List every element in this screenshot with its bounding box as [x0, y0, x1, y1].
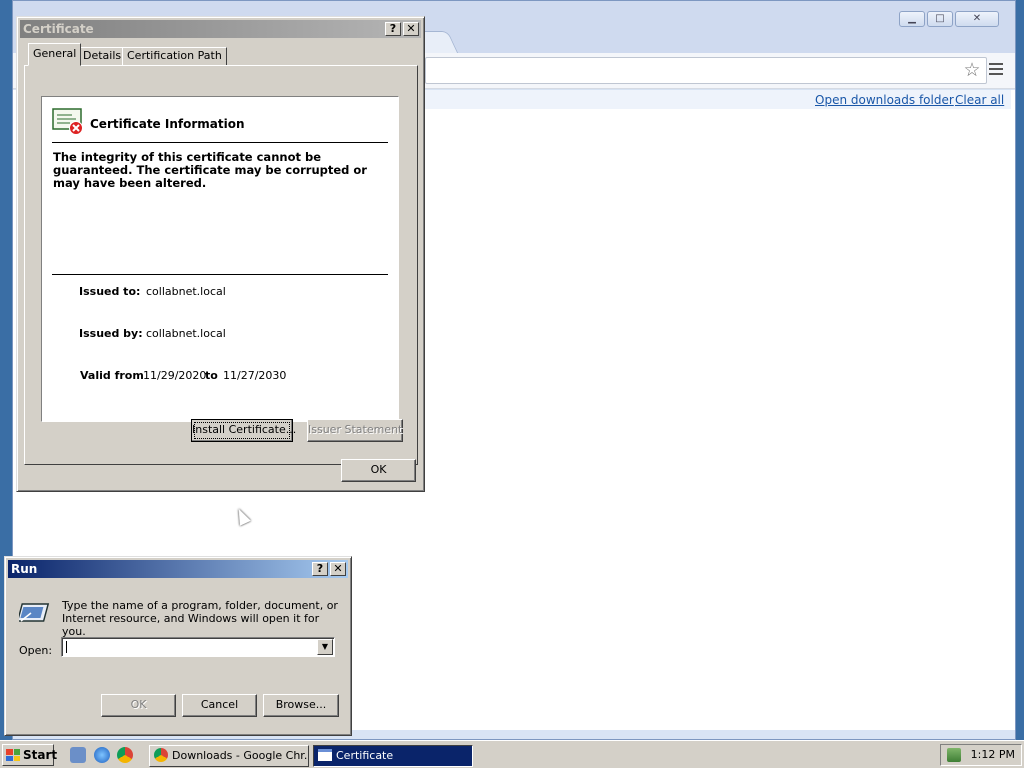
chrome-icon[interactable] [117, 747, 133, 763]
divider [52, 142, 388, 143]
certificate-info-box: Certificate Information The integrity of… [41, 96, 399, 422]
general-tab-panel: Certificate Information The integrity of… [24, 65, 418, 465]
close-button[interactable]: ✕ [955, 11, 999, 27]
valid-to-value: 11/27/2030 [223, 369, 287, 382]
valid-to-label: to [205, 369, 218, 382]
windows-logo-icon [6, 749, 20, 761]
downloads-header: Open downloads folder Clear all [425, 89, 1011, 109]
show-desktop-icon[interactable] [70, 747, 86, 763]
internet-explorer-icon[interactable] [94, 747, 110, 763]
install-certificate-button[interactable]: Install Certificate... [191, 419, 296, 442]
run-titlebar: Run ? ✕ [8, 560, 348, 578]
menu-icon[interactable] [989, 63, 1003, 75]
network-icon[interactable] [947, 748, 961, 762]
open-label: Open: [19, 644, 53, 657]
maximize-button[interactable]: □ [927, 11, 953, 27]
dialog-title: Run [11, 562, 38, 576]
address-bar[interactable]: ☆ [425, 57, 987, 84]
browser-window-controls: ▁ □ ✕ [899, 11, 999, 27]
taskbar: Start Downloads - Google Chr... Certific… [0, 740, 1024, 768]
task-downloads-chrome[interactable]: Downloads - Google Chr... [149, 745, 309, 767]
task-label: Downloads - Google Chr... [172, 749, 309, 762]
dialog-title: Certificate [23, 22, 94, 36]
task-certificate[interactable]: Certificate [313, 745, 473, 767]
run-icon [19, 603, 50, 622]
run-description: Type the name of a program, folder, docu… [62, 599, 338, 638]
browse-button[interactable]: Browse... [263, 694, 339, 717]
help-button[interactable]: ? [312, 562, 328, 576]
issuer-statement-button[interactable]: Issuer Statement [307, 419, 403, 442]
open-combobox[interactable]: ▼ [61, 637, 335, 657]
help-button[interactable]: ? [385, 22, 401, 36]
bookmark-star-icon[interactable]: ☆ [962, 60, 982, 80]
clear-all-link[interactable]: Clear all [955, 93, 1004, 107]
window-icon [318, 749, 332, 761]
clock[interactable]: 1:12 PM [971, 748, 1015, 761]
chrome-icon [154, 748, 168, 762]
issued-by-label: Issued by: [79, 327, 143, 340]
cancel-button[interactable]: Cancel [182, 694, 257, 717]
issued-by-value: collabnet.local [146, 327, 226, 340]
issued-to-label: Issued to: [79, 285, 141, 298]
certificate-error-icon [52, 108, 83, 135]
start-label: Start [23, 748, 58, 762]
tab-general[interactable]: General [28, 43, 82, 66]
valid-from-label: Valid from [80, 369, 144, 382]
run-dialog: Run ? ✕ Type the name of a program, fold… [4, 556, 352, 736]
certificate-titlebar: Certificate ? ✕ [20, 20, 421, 38]
minimize-button[interactable]: ▁ [899, 11, 925, 27]
run-ok-button[interactable]: OK [101, 694, 176, 717]
system-tray: 1:12 PM [940, 744, 1022, 766]
close-button[interactable]: ✕ [330, 562, 346, 576]
issued-to-value: collabnet.local [146, 285, 226, 298]
certificate-info-title: Certificate Information [90, 117, 245, 131]
start-button[interactable]: Start [2, 744, 58, 766]
task-label: Certificate [336, 749, 394, 762]
divider [52, 274, 388, 275]
text-caret [66, 641, 67, 653]
open-downloads-folder-link[interactable]: Open downloads folder [815, 93, 954, 107]
valid-from-value: 11/29/2020 [143, 369, 207, 382]
close-button[interactable]: ✕ [403, 22, 419, 36]
dropdown-arrow-icon[interactable]: ▼ [317, 639, 333, 655]
integrity-warning: The integrity of this certificate cannot… [53, 150, 367, 190]
tab-details[interactable]: Details [78, 47, 127, 66]
certificate-ok-button[interactable]: OK [341, 459, 416, 482]
certificate-dialog: Certificate ? ✕ General Details Certific… [16, 16, 425, 492]
tab-certification-path[interactable]: Certification Path [122, 47, 227, 66]
